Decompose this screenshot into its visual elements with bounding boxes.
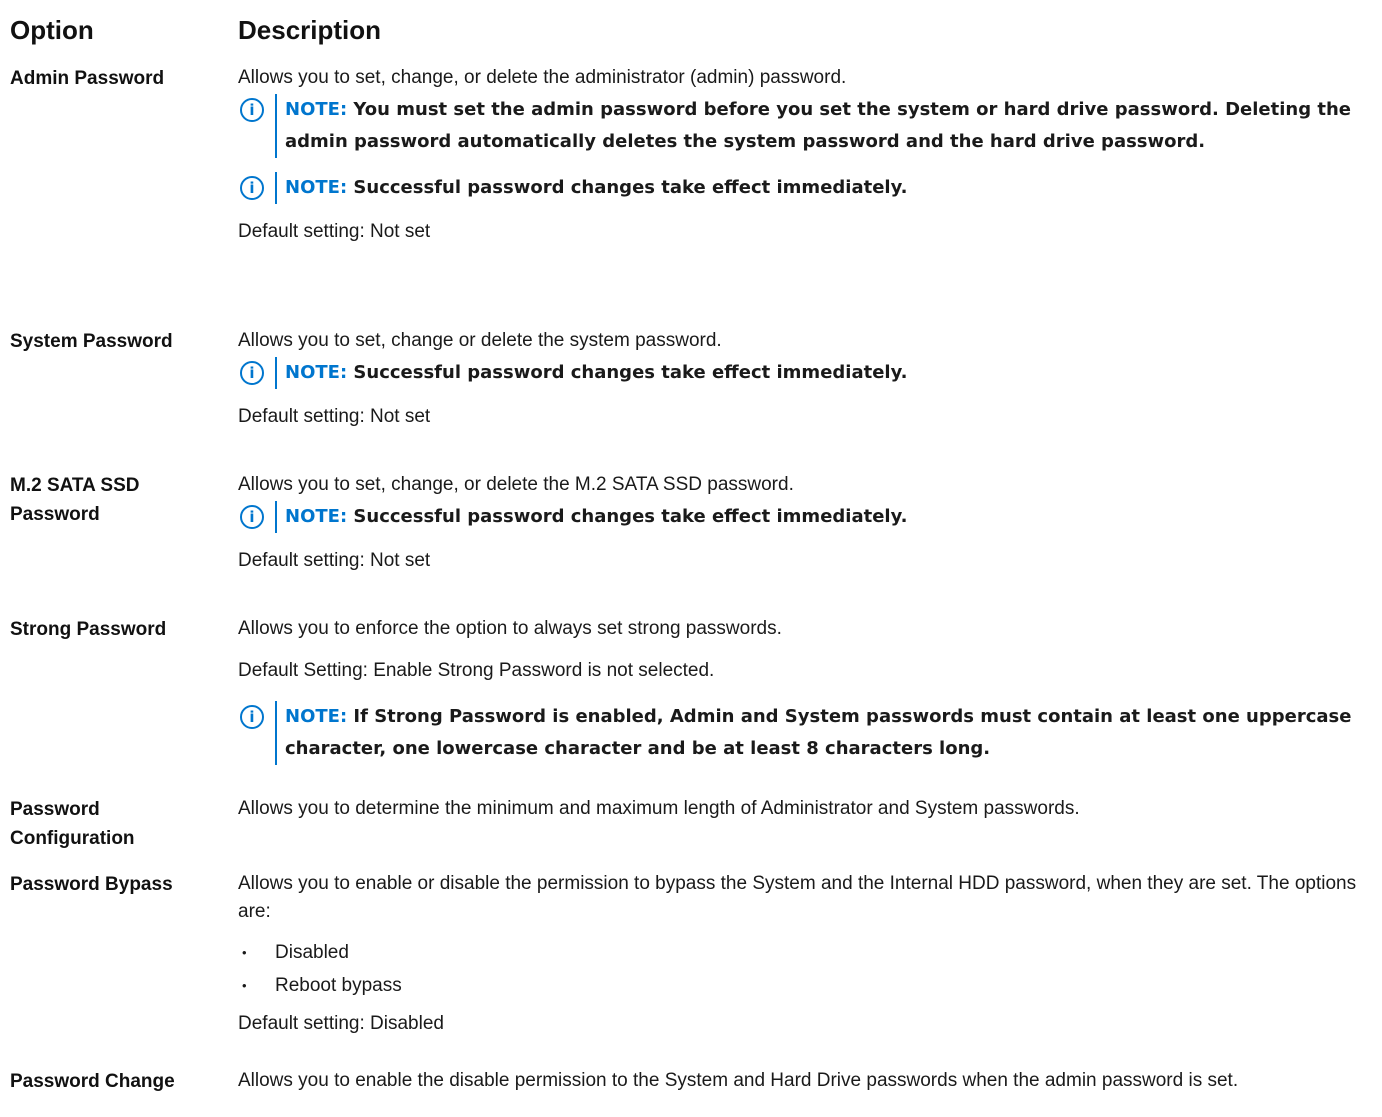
option-description: Allows you to enable or disable the perm… <box>238 870 1368 1038</box>
info-circle-icon: i <box>240 505 264 529</box>
option-name: Password Change <box>10 1071 175 1092</box>
default-setting: Default setting: Not set <box>238 221 431 242</box>
note-box: i NOTE: You must set the admin password … <box>238 94 1365 158</box>
option-description: Allows you to determine the minimum and … <box>238 795 1368 823</box>
option-name: System Password <box>10 331 173 352</box>
column-header-option: Option <box>10 15 94 45</box>
description-text: Allows you to set, change, or delete the… <box>238 67 847 88</box>
note-label: NOTE: <box>285 506 348 527</box>
option-name: Admin Password <box>10 68 165 89</box>
note-divider <box>275 172 277 204</box>
info-circle-icon: i <box>240 705 264 729</box>
note-text: NOTE: Successful password changes take e… <box>285 177 908 198</box>
default-setting: Default setting: Not set <box>238 550 431 571</box>
description-text: Allows you to set, change, or delete the… <box>238 474 794 495</box>
note-box: i NOTE: Successful password changes take… <box>238 501 1368 533</box>
note-divider <box>275 357 277 389</box>
note-label: NOTE: <box>285 177 348 198</box>
note-label: NOTE: <box>285 99 348 120</box>
note-box: i NOTE: Successful password changes take… <box>238 357 1368 389</box>
note-text: NOTE: Successful password changes take e… <box>285 362 908 383</box>
option-description: Allows you to enforce the option to alwa… <box>238 615 1368 767</box>
info-circle-icon: i <box>240 176 264 200</box>
description-text: Allows you to enable or disable the perm… <box>238 873 1357 922</box>
option-description: Allows you to set, change, or delete the… <box>238 471 1368 575</box>
options-list: Disabled Reboot bypass <box>238 936 1368 1002</box>
note-box: i NOTE: Successful password changes take… <box>238 172 1368 204</box>
note-box: i NOTE: If Strong Password is enabled, A… <box>238 701 1382 765</box>
default-setting: Default setting: Disabled <box>238 1013 444 1034</box>
option-description: Allows you to set, change, or delete the… <box>238 64 1368 246</box>
option-name: Strong Password <box>10 619 167 640</box>
description-text: Allows you to enforce the option to alwa… <box>238 618 782 639</box>
column-header-description: Description <box>238 15 382 45</box>
note-divider <box>275 501 277 533</box>
description-text: Allows you to enable the disable permiss… <box>238 1070 1239 1091</box>
info-circle-icon: i <box>240 98 264 122</box>
default-setting: Default setting: Not set <box>238 406 431 427</box>
note-label: NOTE: <box>285 362 348 383</box>
description-text: Allows you to set, change or delete the … <box>238 330 722 351</box>
note-text: NOTE: You must set the admin password be… <box>285 99 1351 152</box>
note-text: NOTE: If Strong Password is enabled, Adm… <box>285 706 1352 759</box>
info-circle-icon: i <box>240 361 264 385</box>
note-divider <box>275 94 277 158</box>
note-label: NOTE: <box>285 706 348 727</box>
option-description: Allows you to set, change or delete the … <box>238 327 1368 431</box>
list-item: Reboot bypass <box>238 969 1368 1002</box>
description-text: Allows you to determine the minimum and … <box>238 798 1080 819</box>
option-description: Allows you to enable the disable permiss… <box>238 1067 1368 1094</box>
list-item: Disabled <box>238 936 1368 969</box>
note-divider <box>275 701 277 765</box>
option-name: Password Configuration <box>10 799 135 849</box>
default-setting: Default Setting: Enable Strong Password … <box>238 660 715 681</box>
option-name: M.2 SATA SSD Password <box>10 475 140 525</box>
note-text: NOTE: Successful password changes take e… <box>285 506 908 527</box>
option-name: Password Bypass <box>10 874 173 895</box>
